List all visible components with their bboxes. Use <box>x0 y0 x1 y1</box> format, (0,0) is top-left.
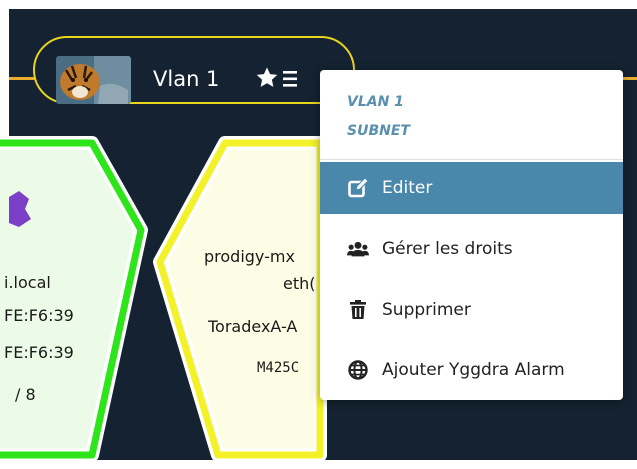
mid-hex-name: ToradexA-A <box>208 317 298 336</box>
mid-hex-model: M425C <box>257 360 300 376</box>
globe-icon <box>347 359 369 381</box>
context-menu: VLAN 1 SUBNET Editer Gérer les droits Su… <box>320 70 623 400</box>
mid-hex[interactable] <box>153 136 327 462</box>
vlan-thumbnail <box>56 56 131 104</box>
menu-item-delete[interactable]: Supprimer <box>320 284 623 336</box>
menu-item-edit-label: Editer <box>382 178 433 198</box>
left-hex-mac-2: FE:F6:39 <box>4 343 74 362</box>
menu-item-rights-label: Gérer les droits <box>382 239 513 259</box>
menu-item-alarm-label: Ajouter Yggdra Alarm <box>382 360 565 380</box>
star-icon[interactable] <box>255 66 279 90</box>
menu-header-vlan: VLAN 1 <box>347 94 404 110</box>
menu-item-edit[interactable]: Editer <box>320 162 623 214</box>
mid-hex-host: prodigy-mx <box>204 247 295 266</box>
tiger-image-icon <box>56 56 131 104</box>
edit-icon <box>347 177 369 199</box>
mid-hex-iface: eth( <box>283 274 316 293</box>
menu-list-icon[interactable] <box>283 70 297 88</box>
left-hex-mac-1: FE:F6:39 <box>4 306 74 325</box>
menu-item-alarm[interactable]: Ajouter Yggdra Alarm <box>320 344 623 396</box>
trash-icon <box>347 299 369 321</box>
menu-header-subnet: SUBNET <box>347 123 410 139</box>
menu-divider <box>320 159 623 160</box>
menu-item-rights[interactable]: Gérer les droits <box>320 223 623 275</box>
left-hex-count: / 8 <box>15 385 36 404</box>
left-hex-host: i.local <box>4 273 51 292</box>
vlan-title[interactable]: Vlan 1 <box>153 67 219 91</box>
users-icon <box>347 238 369 260</box>
menu-item-delete-label: Supprimer <box>382 300 471 320</box>
